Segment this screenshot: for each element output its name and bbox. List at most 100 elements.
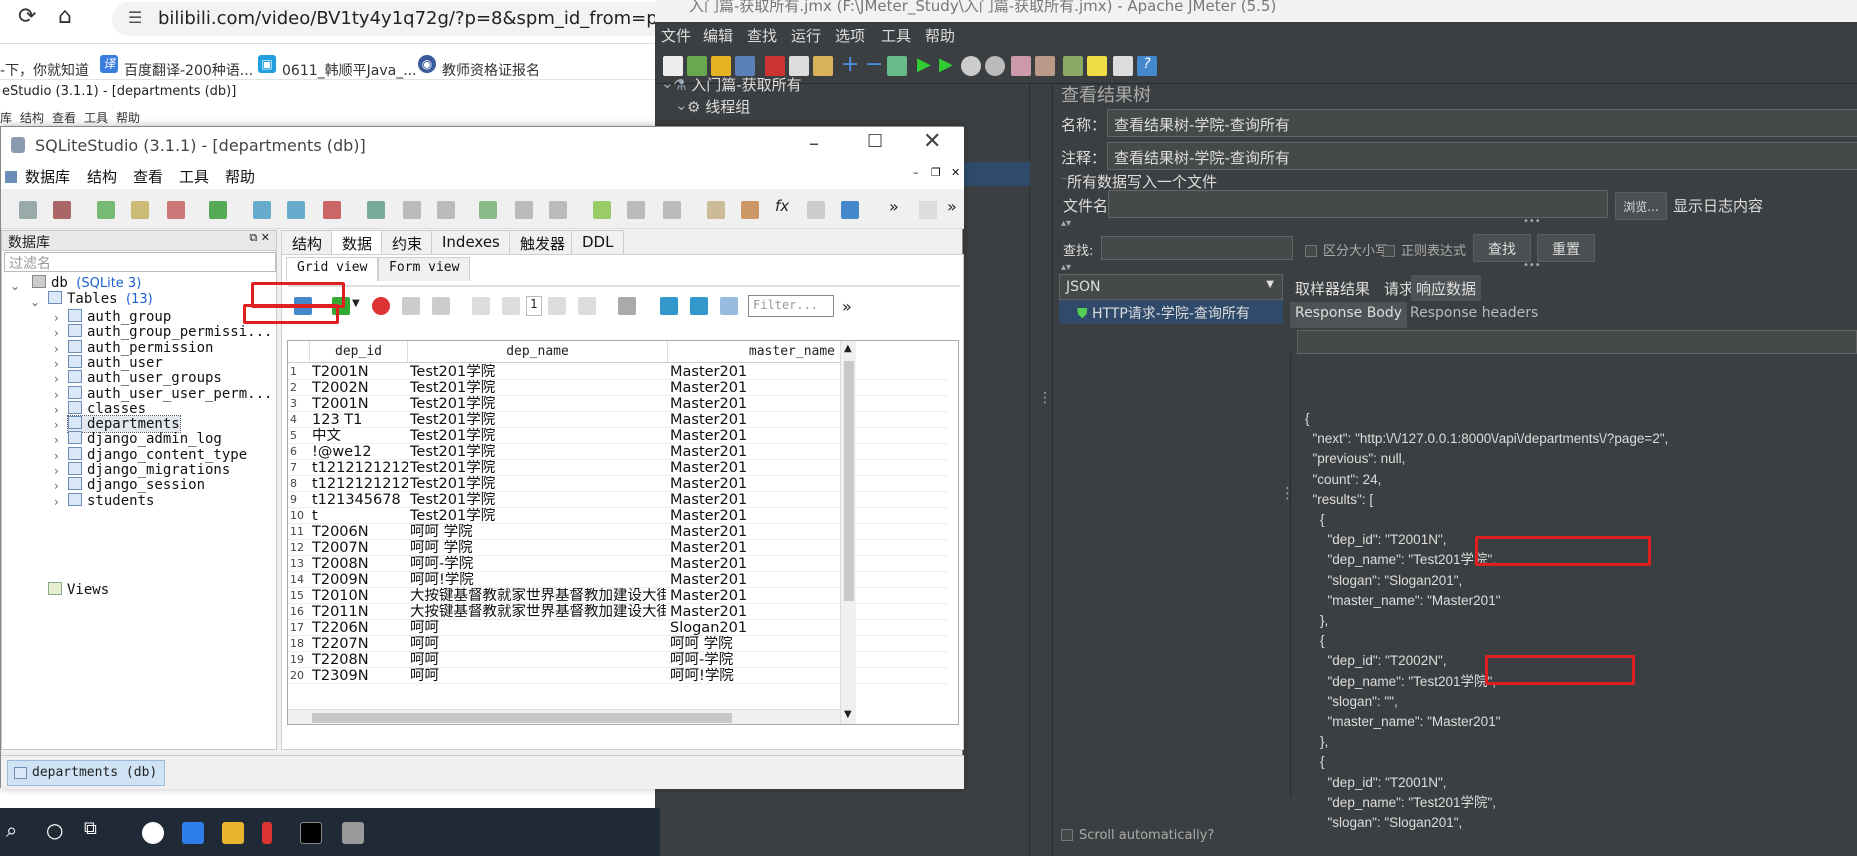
comment-field[interactable]: 查看结果树-学院-查询所有 xyxy=(1107,142,1857,170)
commit-icon[interactable] xyxy=(402,297,420,315)
start-no-pause-icon[interactable]: ▶ xyxy=(939,54,953,75)
find-button[interactable]: 查找 xyxy=(1473,234,1531,262)
grid-cell[interactable]: Test201学院 xyxy=(410,396,666,412)
grid-cell[interactable]: T2006N xyxy=(312,524,408,540)
copy-icon[interactable] xyxy=(789,56,809,76)
grid-cell[interactable]: Test201学院 xyxy=(410,492,666,508)
prev-page-icon[interactable] xyxy=(502,297,520,315)
table-item[interactable]: auth_permission xyxy=(68,339,213,356)
grid-cell[interactable]: T2010N xyxy=(312,588,408,604)
grid-cell[interactable]: 呵呵 xyxy=(410,652,666,668)
expand-icon[interactable]: › xyxy=(54,433,59,447)
reset-button[interactable]: 重置 xyxy=(1537,234,1595,262)
grid-cell[interactable]: 大按键基督教就家世界基督教加建设大街就 xyxy=(410,604,666,620)
grid-cell[interactable]: Test201学院 xyxy=(410,476,666,492)
tab-response-data[interactable]: 响应数据 xyxy=(1411,275,1482,301)
new-index-icon[interactable] xyxy=(367,201,385,219)
tile-windows-icon[interactable] xyxy=(919,201,937,219)
grid-cell[interactable]: Master201 xyxy=(670,364,840,380)
tree-db[interactable]: db (SQLite 3) xyxy=(32,275,141,291)
scroll-down-icon[interactable]: ▼ xyxy=(844,709,852,720)
grid-cell[interactable]: T2009N xyxy=(312,572,408,588)
grid-cell[interactable]: T2011N xyxy=(312,604,408,620)
jmeter-app-icon[interactable] xyxy=(262,822,272,844)
split-handle-icon[interactable]: ••• xyxy=(1523,260,1541,271)
clear-icon[interactable] xyxy=(1011,56,1031,76)
tab-response-headers[interactable]: Response headers xyxy=(1405,302,1543,328)
rollback-icon[interactable] xyxy=(432,297,450,315)
sample-item[interactable]: ⛊ HTTP请求-学院-查询所有 xyxy=(1059,300,1283,324)
tree-selection[interactable] xyxy=(960,162,1030,186)
expand-icon[interactable]: › xyxy=(54,495,59,509)
address-bar[interactable]: ☰ bilibili.com/video/BV1ty4y1q72g/?p=8&s… xyxy=(112,2,672,36)
expand-icon[interactable]: › xyxy=(54,418,59,432)
home-icon[interactable]: ⌂ xyxy=(58,4,72,29)
grid-cell[interactable]: T2206N xyxy=(312,620,408,636)
split-divider[interactable]: ⋮ xyxy=(1031,84,1053,856)
expand-icon[interactable]: › xyxy=(54,326,59,340)
tree-node-testplan[interactable]: ⚗ 入门篇-获取所有 xyxy=(673,74,802,95)
grid-filter-input[interactable]: Filter... xyxy=(748,295,834,317)
expand-icon[interactable]: + xyxy=(841,52,859,77)
sql-editor-icon[interactable] xyxy=(707,201,725,219)
grid-cell[interactable]: 呵呵-学院 xyxy=(410,556,666,572)
delete-row-icon[interactable] xyxy=(372,297,390,315)
save-icon[interactable] xyxy=(735,56,755,76)
collapse-icon[interactable]: − xyxy=(865,52,883,77)
media-player-icon[interactable] xyxy=(142,822,164,844)
browse-button[interactable]: 浏览... xyxy=(1615,192,1667,220)
bookmark-2[interactable]: ▣ 0611_韩顺平Java_... xyxy=(258,52,417,79)
tab-triggers[interactable]: 触发器 xyxy=(509,230,577,254)
expand-icon[interactable]: › xyxy=(54,357,59,371)
grid-cell[interactable]: t12121212121 xyxy=(312,476,408,492)
grid-cell[interactable]: Master201 xyxy=(670,396,840,412)
file-explorer-icon[interactable] xyxy=(222,822,244,844)
column-header[interactable]: master_name xyxy=(668,341,848,363)
scroll-auto-checkbox[interactable]: Scroll automatically? xyxy=(1061,828,1214,843)
last-page-icon[interactable] xyxy=(578,297,596,315)
page-input[interactable]: 1 xyxy=(526,296,542,316)
grid-cell[interactable]: T2008N xyxy=(312,556,408,572)
edit-table-icon[interactable] xyxy=(287,201,305,219)
table-item[interactable]: students xyxy=(68,492,154,509)
grid-cell[interactable]: T2002N xyxy=(312,380,408,396)
delete-view-icon[interactable] xyxy=(663,201,681,219)
cut-icon[interactable] xyxy=(765,56,785,76)
grid-cell[interactable]: !@we12 xyxy=(312,444,408,460)
expand-icon[interactable]: › xyxy=(54,372,59,386)
tree-expand-icon[interactable]: ⌄ xyxy=(675,96,688,114)
tree-views[interactable]: Views xyxy=(48,582,109,598)
body-search-field[interactable] xyxy=(1297,330,1857,354)
reload-icon[interactable]: ⟳ xyxy=(18,4,36,29)
window-tab-departments[interactable]: departments (db) xyxy=(7,760,165,786)
edit-trigger-icon[interactable] xyxy=(515,201,533,219)
table-item[interactable]: django_migrations xyxy=(68,462,230,478)
filename-field[interactable] xyxy=(1108,190,1608,218)
tree-node-threadgroup[interactable]: ⚙ 线程组 xyxy=(687,96,750,117)
grid-cell[interactable]: Master201 xyxy=(670,524,840,540)
grid-cell[interactable]: t1212121212 xyxy=(312,460,408,476)
column-header[interactable]: dep_name xyxy=(408,341,668,363)
grid-cell[interactable]: 呵呵 xyxy=(410,668,666,684)
bookmark-1[interactable]: 译百度翻译-200种语... xyxy=(100,52,253,79)
menu-structure[interactable]: 结构 xyxy=(87,166,117,187)
close-icon[interactable]: ✕ xyxy=(923,129,941,154)
first-page-icon[interactable] xyxy=(472,297,490,315)
mdi-restore-icon[interactable]: ❐ xyxy=(931,166,941,179)
horizontal-scrollbar[interactable] xyxy=(288,709,840,724)
task-view-icon[interactable]: ⧉ xyxy=(84,818,97,839)
grid-cell[interactable]: T2208N xyxy=(312,652,408,668)
delete-trigger-icon[interactable] xyxy=(549,201,567,219)
stop-icon[interactable] xyxy=(961,56,981,76)
menu-run[interactable]: 运行 xyxy=(791,25,821,46)
grid-cell[interactable]: 中文 xyxy=(312,428,408,444)
grid-cell[interactable]: Test201学院 xyxy=(410,428,666,444)
menu-help[interactable]: 帮助 xyxy=(225,166,255,187)
tab-data[interactable]: 数据 xyxy=(331,230,384,254)
extensions-icon[interactable] xyxy=(807,201,825,219)
grid-cell[interactable]: Master201 xyxy=(670,428,840,444)
grid-cell[interactable]: t xyxy=(312,508,408,524)
grid-cell[interactable]: Master201 xyxy=(670,460,840,476)
search-input[interactable] xyxy=(1101,236,1293,260)
name-field[interactable]: 查看结果树-学院-查询所有 xyxy=(1107,109,1857,137)
